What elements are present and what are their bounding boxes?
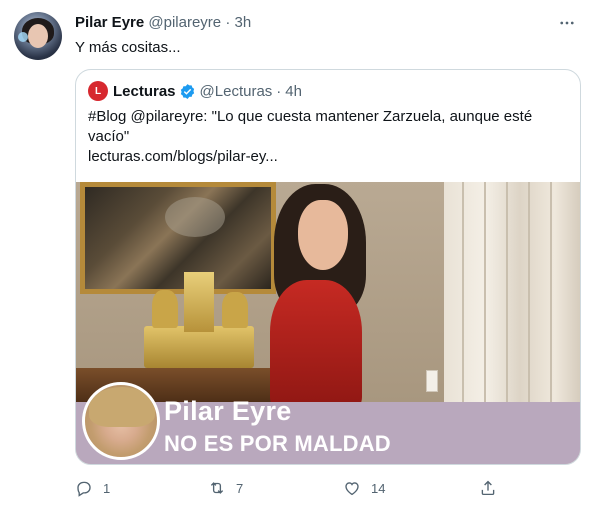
share-button[interactable] [479,478,497,498]
tweet-actions: 1 7 14 [75,478,515,498]
more-horizontal-icon [560,21,574,25]
image-person-face [298,200,348,270]
author-avatar[interactable] [14,12,62,60]
reply-icon [77,481,91,497]
reply-button[interactable]: 1 [75,478,110,498]
image-banner: Pilar Eyre NO ES POR MALDAD [76,382,580,464]
reply-count: 1 [103,480,111,496]
tweet-text: Y más cositas... [75,39,181,56]
avatar-face [28,24,48,48]
banner-title: Pilar Eyre [164,396,292,426]
like-button[interactable]: 14 [343,478,385,498]
quoted-text: #Blog @pilareyre: "Lo que cuesta mantene… [88,107,558,167]
quoted-header: L Lecturas @Lecturas · 4h [88,80,302,102]
header-separator: · [225,14,231,31]
image-light-switch [426,370,438,392]
retweet-count: 7 [236,480,244,496]
tweet[interactable]: Pilar Eyre @pilareyre · 3h Y más cositas… [0,0,594,509]
quoted-image[interactable]: Pilar Eyre NO ES POR MALDAD [76,182,580,464]
lecturas-logo-icon: L [88,81,108,101]
quoted-author-handle: @Lecturas [199,82,273,100]
author-name[interactable]: Pilar Eyre [75,14,144,31]
avatar-light [18,32,28,42]
image-column [444,182,580,402]
image-gilded-clock [144,272,254,368]
tweet-time[interactable]: 3h [235,14,252,31]
tweet-header: Pilar Eyre @pilareyre · 3h [75,13,251,33]
quoted-separator: · [276,82,282,100]
quoted-text-line2: vacío" [88,128,130,145]
retweet-icon [210,482,224,494]
quoted-author-name: Lecturas [113,82,176,100]
quoted-text-line1: #Blog @pilareyre: "Lo que cuesta mantene… [88,108,533,125]
author-handle[interactable]: @pilareyre [148,14,221,31]
banner-subtitle: NO ES POR MALDAD [164,431,391,456]
share-icon [481,480,495,496]
banner-author-photo [82,382,160,460]
heart-icon [345,482,359,496]
image-person-red-dress [270,280,362,410]
like-count: 14 [371,480,386,496]
retweet-button[interactable]: 7 [208,478,243,498]
quoted-tweet[interactable]: L Lecturas @Lecturas · 4h #Blog @pilarey… [75,69,581,465]
verified-badge-icon [180,83,194,99]
quoted-time: 4h [285,82,302,100]
quoted-link[interactable]: lecturas.com/blogs/pilar-ey... [88,147,558,167]
more-icon[interactable] [556,12,578,34]
